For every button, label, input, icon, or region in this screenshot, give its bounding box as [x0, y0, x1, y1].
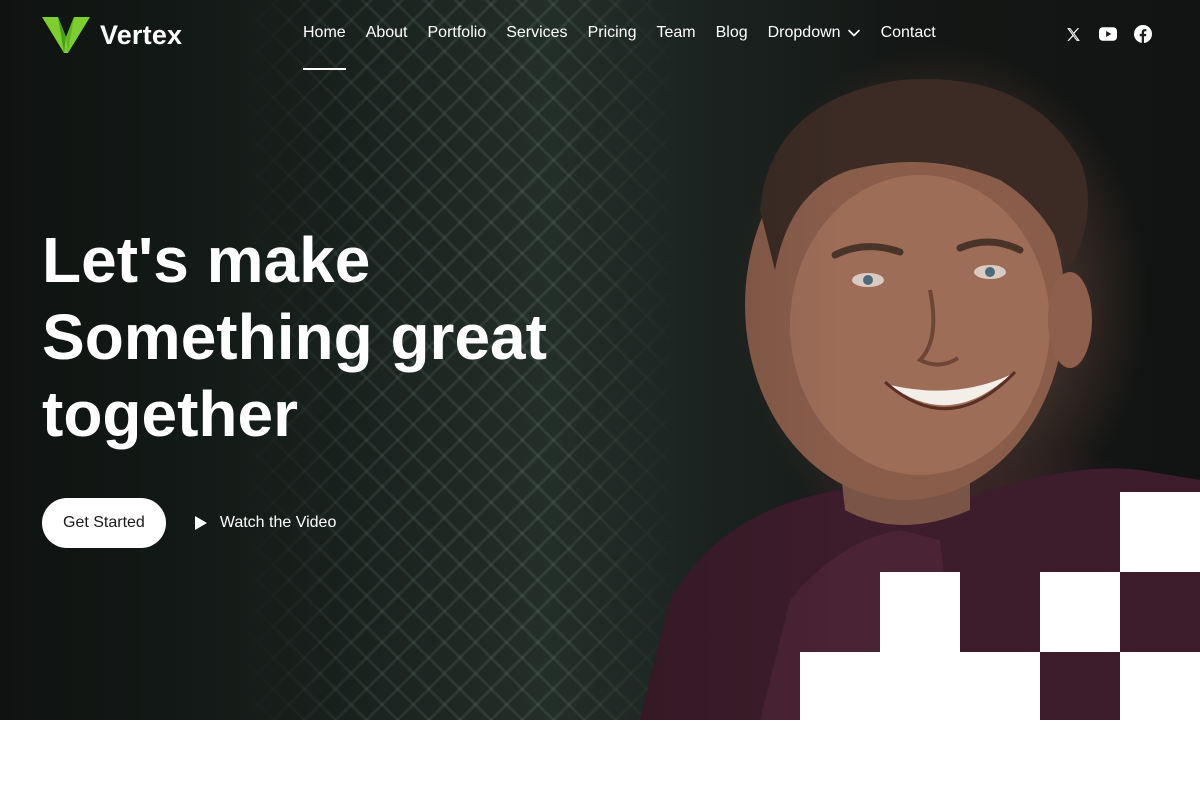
- logo[interactable]: Vertex: [42, 17, 182, 53]
- nav-item-pricing[interactable]: Pricing: [588, 24, 637, 42]
- decorative-block: [1120, 652, 1200, 720]
- nav-item-team[interactable]: Team: [656, 24, 695, 42]
- watch-video-label: Watch the Video: [219, 514, 337, 531]
- decorative-block: [800, 652, 1040, 720]
- social-links: [1064, 25, 1152, 43]
- decorative-block: [880, 572, 960, 652]
- nav-item-portfolio[interactable]: Portfolio: [428, 24, 487, 42]
- site-header: Vertex Home About Portfolio Services Pri…: [0, 0, 1200, 72]
- brand-name: Vertex: [100, 19, 183, 50]
- x-icon[interactable]: [1064, 25, 1082, 43]
- decorative-block: [1120, 492, 1200, 572]
- watch-video-button[interactable]: Watch the Video: [194, 514, 337, 532]
- nav-item-dropdown[interactable]: Dropdown: [768, 24, 861, 42]
- headline-line: Something great: [42, 301, 547, 373]
- nav-item-about[interactable]: About: [366, 24, 408, 42]
- get-started-button[interactable]: Get Started: [42, 498, 166, 548]
- nav-item-dropdown-label: Dropdown: [767, 24, 841, 41]
- hero-headline: Let's make Something great together: [42, 222, 642, 453]
- nav-item-contact[interactable]: Contact: [881, 24, 936, 42]
- hero-actions: Get Started Watch the Video: [42, 498, 336, 548]
- nav-item-services[interactable]: Services: [506, 24, 567, 42]
- youtube-icon[interactable]: [1099, 25, 1117, 43]
- nav-item-blog[interactable]: Blog: [716, 24, 748, 42]
- decorative-block: [1040, 572, 1120, 652]
- nav-item-home[interactable]: Home: [303, 24, 346, 70]
- headline-line: together: [42, 378, 298, 450]
- headline-line: Let's make: [42, 224, 371, 296]
- vertex-logo-icon: [42, 17, 90, 53]
- hero-section: Vertex Home About Portfolio Services Pri…: [0, 0, 1200, 720]
- facebook-icon[interactable]: [1134, 25, 1152, 43]
- chevron-down-icon: [847, 29, 860, 37]
- play-icon: [194, 516, 207, 530]
- main-nav: Home About Portfolio Services Pricing Te…: [303, 24, 936, 70]
